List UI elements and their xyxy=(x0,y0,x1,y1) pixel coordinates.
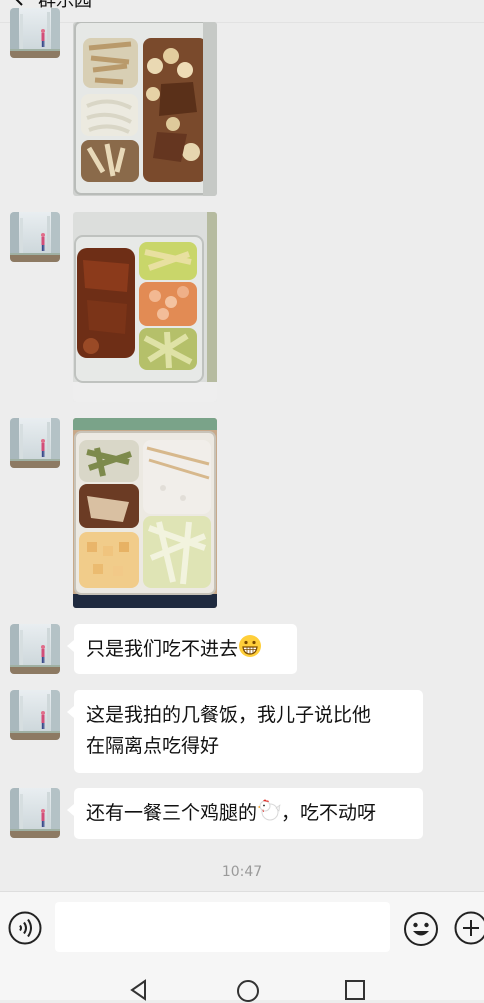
chat-header: 群乐园 xyxy=(0,0,484,23)
emoji-icon[interactable] xyxy=(403,911,439,947)
plus-icon[interactable] xyxy=(454,911,484,945)
message-text-line: 这是我拍的几餐饭，我儿子说比他 xyxy=(86,700,411,731)
message-text: ，吃不动呀 xyxy=(281,802,376,824)
message-text: 还有一餐三个鸡腿的 xyxy=(86,802,257,824)
food-photo[interactable] xyxy=(73,212,217,402)
message-text-line: 在隔离点吃得好 xyxy=(86,731,411,762)
back-arrow-icon[interactable] xyxy=(8,0,30,8)
recent-apps-icon[interactable] xyxy=(344,979,366,1001)
message-bubble[interactable]: 只是我们吃不进去 xyxy=(74,624,297,674)
sender-avatar[interactable] xyxy=(10,788,60,838)
input-bar xyxy=(0,891,484,966)
sender-avatar[interactable] xyxy=(10,624,60,674)
message-bubble[interactable]: 还有一餐三个鸡腿的 ，吃不动呀 xyxy=(74,788,423,839)
sender-avatar[interactable] xyxy=(10,418,60,468)
food-photo[interactable] xyxy=(73,22,217,196)
sender-avatar[interactable] xyxy=(10,690,60,740)
system-nav-bar xyxy=(0,965,484,1000)
message-bubble[interactable]: 这是我拍的几餐饭，我儿子说比他 在隔离点吃得好 xyxy=(74,690,423,773)
food-photo[interactable] xyxy=(73,418,217,608)
home-icon[interactable] xyxy=(236,979,260,1003)
voice-input-icon[interactable] xyxy=(8,911,42,945)
chicken-emoji xyxy=(257,798,281,822)
grinning-face-emoji xyxy=(238,634,262,658)
message-input[interactable] xyxy=(55,902,390,952)
sender-avatar[interactable] xyxy=(10,8,60,58)
sender-avatar[interactable] xyxy=(10,212,60,262)
back-icon[interactable] xyxy=(128,979,150,1001)
timestamp: 10:47 xyxy=(0,864,484,880)
message-text: 只是我们吃不进去 xyxy=(86,638,238,660)
